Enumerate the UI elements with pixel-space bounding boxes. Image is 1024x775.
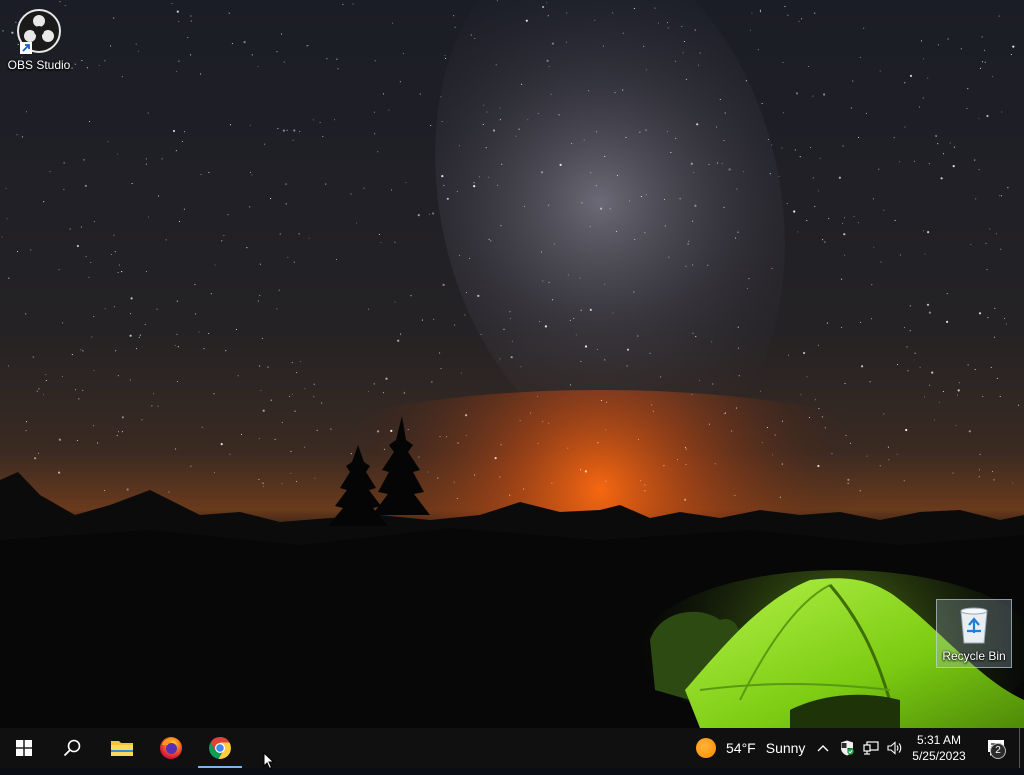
desktop-icon-label: OBS Studio: [7, 58, 71, 72]
taskbar-chrome[interactable]: [196, 728, 244, 768]
desktop-wallpaper: [0, 0, 1024, 728]
recycle-bin-icon: [952, 603, 996, 647]
tray-volume[interactable]: [884, 728, 906, 768]
taskbar: 54°F Sunny 5:31 AM 5/25/2023 2: [0, 728, 1024, 768]
search-button[interactable]: [48, 728, 96, 768]
shortcut-arrow-icon: [20, 42, 32, 54]
weather-temperature: 54°F: [726, 740, 756, 756]
shield-icon: [841, 740, 854, 756]
action-center-button[interactable]: 2: [978, 728, 1014, 768]
volume-icon: [887, 741, 902, 755]
show-desktop-button[interactable]: [1019, 728, 1024, 768]
taskbar-file-explorer[interactable]: [98, 728, 146, 768]
chevron-up-icon: [817, 745, 829, 752]
taskbar-clock[interactable]: 5:31 AM 5/25/2023: [908, 732, 970, 764]
notification-count-badge: 2: [990, 743, 1006, 759]
network-icon: [863, 741, 879, 755]
weather-condition: Sunny: [765, 740, 806, 756]
windows-logo-icon: [16, 740, 32, 756]
tray-windows-security[interactable]: [836, 728, 858, 768]
start-button[interactable]: [0, 728, 48, 768]
notification-count: 2: [995, 745, 1001, 756]
search-icon: [63, 739, 81, 757]
obs-studio-icon: [16, 8, 62, 54]
folder-icon: [111, 741, 133, 756]
chrome-icon: [209, 737, 231, 759]
weather-widget[interactable]: 54°F Sunny: [690, 728, 805, 768]
show-hidden-icons-button[interactable]: [812, 728, 834, 768]
clock-time: 5:31 AM: [916, 733, 962, 747]
desktop-icon-label: Recycle Bin: [942, 649, 1006, 663]
sun-icon: [696, 738, 716, 758]
tray-network[interactable]: [860, 728, 882, 768]
clock-date: 5/25/2023: [912, 749, 966, 763]
firefox-icon: [160, 737, 182, 759]
taskbar-firefox[interactable]: [147, 728, 195, 768]
desktop-icon-recycle-bin[interactable]: Recycle Bin: [936, 599, 1012, 668]
mouse-cursor-icon: [263, 751, 275, 775]
desktop-icon-obs-studio[interactable]: OBS Studio: [1, 6, 77, 76]
